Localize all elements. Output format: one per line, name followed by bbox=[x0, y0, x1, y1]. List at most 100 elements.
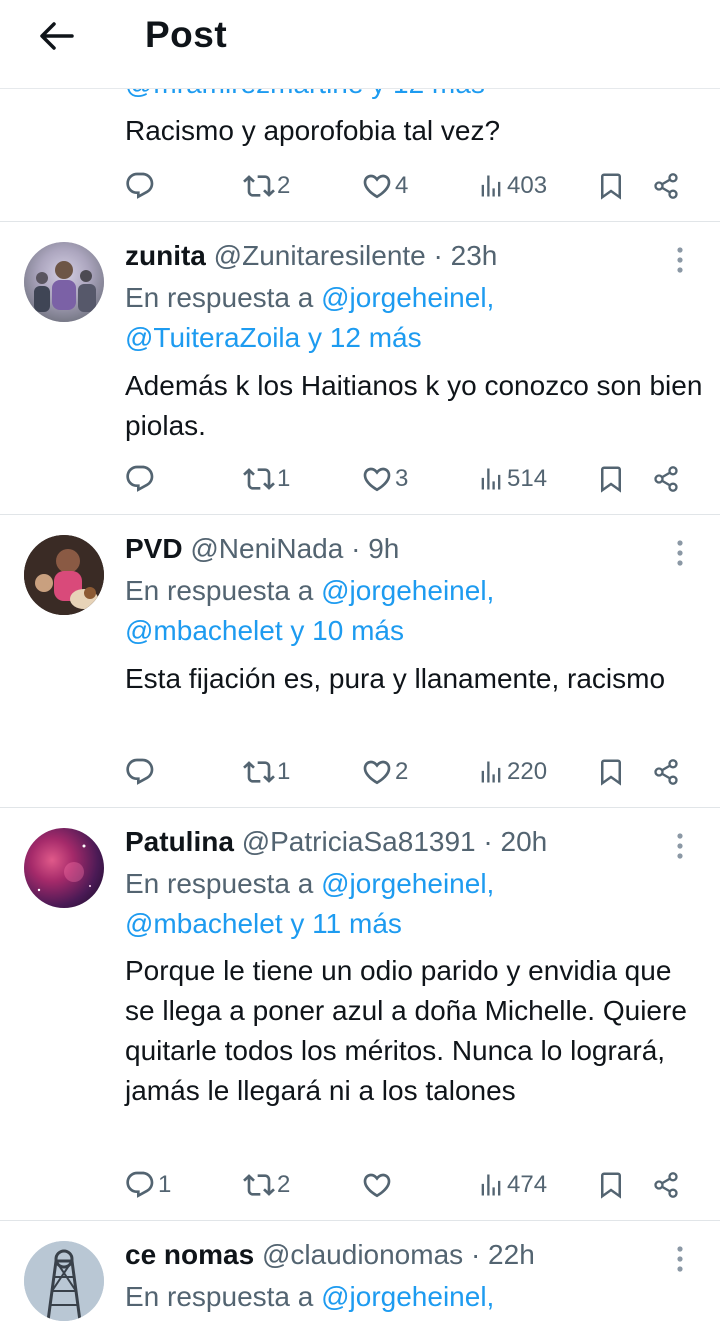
more-icon bbox=[677, 833, 683, 859]
reply-icon bbox=[124, 756, 156, 788]
timestamp[interactable]: 22h bbox=[488, 1239, 535, 1270]
share-icon bbox=[652, 465, 680, 493]
author-name[interactable]: Patulina bbox=[125, 826, 234, 857]
mention-link[interactable]: @jorgeheinel, bbox=[321, 575, 494, 606]
share-button[interactable] bbox=[652, 166, 680, 206]
more-options-button[interactable] bbox=[668, 1243, 692, 1275]
like-button[interactable] bbox=[361, 1165, 395, 1205]
like-button[interactable]: 3 bbox=[361, 459, 408, 499]
bookmark-button[interactable] bbox=[596, 166, 626, 206]
tweet-meta: PVD @NeniNada · 9h bbox=[125, 533, 399, 565]
mention-link[interactable]: @jorgeheinel, bbox=[321, 282, 494, 313]
avatar[interactable] bbox=[24, 242, 104, 322]
share-icon bbox=[652, 1171, 680, 1199]
retweet-button[interactable]: 1 bbox=[243, 752, 290, 792]
tweet-text: Porque le tiene un odio parido y envidia… bbox=[125, 955, 687, 1106]
more-options-button[interactable] bbox=[668, 244, 692, 276]
share-icon bbox=[652, 172, 680, 200]
views-button[interactable]: 220 bbox=[477, 752, 547, 792]
separator-dot: · bbox=[483, 826, 493, 857]
bookmark-icon bbox=[596, 464, 626, 494]
more-icon bbox=[677, 1246, 683, 1272]
more-icon bbox=[677, 247, 683, 273]
reply-button[interactable] bbox=[124, 752, 158, 792]
reply-icon bbox=[124, 170, 156, 202]
bookmark-icon bbox=[596, 171, 626, 201]
like-icon bbox=[361, 756, 393, 788]
reply-context: En respuesta a @jorgeheinel, bbox=[125, 1281, 495, 1312]
more-icon bbox=[677, 540, 683, 566]
bookmark-button[interactable] bbox=[596, 1165, 626, 1205]
like-button[interactable]: 4 bbox=[361, 166, 408, 206]
header-divider bbox=[0, 88, 720, 89]
mention-link[interactable]: @mbachelet y 11 más bbox=[125, 904, 402, 944]
author-handle[interactable]: @claudionomas bbox=[262, 1239, 463, 1270]
reply-button[interactable] bbox=[124, 459, 158, 499]
views-icon bbox=[477, 465, 505, 493]
retweet-icon bbox=[243, 463, 275, 495]
tweet-actions: 1 2 474 bbox=[0, 1165, 720, 1205]
back-button[interactable] bbox=[34, 16, 78, 56]
app-header: Post bbox=[0, 0, 720, 88]
timestamp[interactable]: 9h bbox=[368, 533, 399, 564]
bookmark-icon bbox=[596, 757, 626, 787]
reply-button[interactable]: 1 bbox=[124, 1165, 171, 1205]
share-button[interactable] bbox=[652, 752, 680, 792]
mention-link[interactable]: @mbachelet y 10 más bbox=[125, 611, 404, 651]
retweet-icon bbox=[243, 1169, 275, 1201]
mention-link[interactable]: @jorgeheinel, bbox=[321, 1281, 494, 1312]
tweet-divider bbox=[0, 807, 720, 808]
tweet-text: Además k los Haitianos k yo conozco son … bbox=[125, 370, 703, 441]
timestamp[interactable]: 23h bbox=[451, 240, 498, 271]
separator-dot: · bbox=[351, 533, 361, 564]
like-icon bbox=[361, 463, 393, 495]
tweet-actions: 1 2 220 bbox=[0, 752, 720, 792]
tweet-divider bbox=[0, 1220, 720, 1221]
retweet-icon bbox=[243, 756, 275, 788]
views-icon bbox=[477, 1171, 505, 1199]
bookmark-button[interactable] bbox=[596, 459, 626, 499]
views-button[interactable]: 514 bbox=[477, 459, 547, 499]
bookmark-button[interactable] bbox=[596, 752, 626, 792]
reply-icon bbox=[124, 1169, 156, 1201]
tweet-text: Racismo y aporofobia tal vez? bbox=[125, 115, 501, 146]
author-handle[interactable]: @NeniNada bbox=[190, 533, 343, 564]
reply-context: En respuesta a @jorgeheinel, bbox=[125, 575, 495, 606]
views-icon bbox=[477, 172, 505, 200]
author-handle[interactable]: @PatriciaSa81391 bbox=[242, 826, 476, 857]
share-icon bbox=[652, 758, 680, 786]
author-handle[interactable]: @Zunitaresilente bbox=[214, 240, 426, 271]
author-name[interactable]: ce nomas bbox=[125, 1239, 254, 1270]
avatar[interactable] bbox=[24, 1241, 104, 1321]
share-button[interactable] bbox=[652, 1165, 680, 1205]
avatar[interactable] bbox=[24, 535, 104, 615]
retweet-button[interactable]: 2 bbox=[243, 1165, 290, 1205]
reply-context: En respuesta a @jorgeheinel, bbox=[125, 868, 495, 899]
retweet-button[interactable]: 1 bbox=[243, 459, 290, 499]
like-icon bbox=[361, 1169, 393, 1201]
more-options-button[interactable] bbox=[668, 830, 692, 862]
separator-dot: · bbox=[470, 1239, 481, 1270]
timestamp[interactable]: 20h bbox=[501, 826, 548, 857]
avatar[interactable] bbox=[24, 828, 104, 908]
author-name[interactable]: zunita bbox=[125, 240, 206, 271]
author-name[interactable]: PVD bbox=[125, 533, 183, 564]
tweet-divider bbox=[0, 514, 720, 515]
views-icon bbox=[477, 758, 505, 786]
retweet-button[interactable]: 2 bbox=[243, 166, 290, 206]
views-button[interactable]: 403 bbox=[477, 166, 547, 206]
views-button[interactable]: 474 bbox=[477, 1165, 547, 1205]
reply-button[interactable] bbox=[124, 166, 158, 206]
tweet-actions: 1 3 514 bbox=[0, 459, 720, 499]
share-button[interactable] bbox=[652, 459, 680, 499]
tweet-meta: ce nomas @claudionomas · 22h bbox=[125, 1239, 535, 1271]
mention-link[interactable]: @TuiteraZoila y 12 más bbox=[125, 318, 422, 358]
bookmark-icon bbox=[596, 1170, 626, 1200]
separator-dot: · bbox=[433, 240, 443, 271]
like-button[interactable]: 2 bbox=[361, 752, 408, 792]
reply-icon bbox=[124, 463, 156, 495]
tweet-meta: Patulina @PatriciaSa81391 · 20h bbox=[125, 826, 547, 858]
back-arrow-icon bbox=[40, 22, 74, 50]
more-options-button[interactable] bbox=[668, 537, 692, 569]
mention-link[interactable]: @jorgeheinel, bbox=[321, 868, 494, 899]
